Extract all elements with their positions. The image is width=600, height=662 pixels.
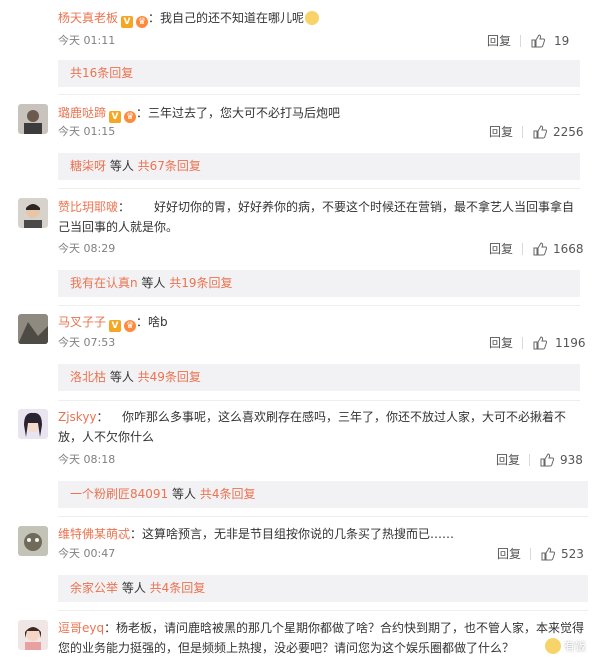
like-count: 2256 [553, 125, 584, 139]
avatar[interactable] [18, 314, 48, 344]
comment-username[interactable]: 璐鹿哒蹄 [58, 106, 106, 120]
like-count: 19 [554, 34, 570, 48]
thread-mid: 等人 [118, 581, 150, 595]
separator [522, 126, 523, 138]
comment-text: 好好切你的胃，好好养你的病，不要这个时候还在营销，最不拿艺人当回事拿自己当回事的… [58, 200, 575, 234]
comment-text: 你咋那么多事呢，这么喜欢刷存在感吗，三年了，你还不放过人家，大可不必揪着不放，人… [58, 410, 567, 444]
comment-text: 三年过去了，您大可不必打马后炮吧 [148, 106, 341, 120]
avatar[interactable] [18, 620, 48, 650]
comment-line: 璐鹿哒蹄 V ♛ ：三年过去了，您大可不必打马后炮吧 [58, 104, 340, 123]
thread-mid: 等人 [106, 159, 138, 173]
like-count: 1196 [555, 336, 586, 350]
comment-time: 今天 00:47 [58, 547, 116, 560]
cat-emoji-icon [305, 11, 320, 25]
thumbs-up-icon[interactable] [533, 125, 547, 139]
separator [522, 243, 523, 255]
thread-reply-count[interactable]: 共49条回复 [138, 370, 201, 384]
divider [58, 305, 580, 306]
divider [58, 94, 580, 95]
separator [529, 454, 530, 466]
colon: ： [136, 106, 149, 120]
divider [58, 400, 580, 401]
vip-crown-icon: ♛ [124, 111, 137, 123]
thread-reply-count[interactable]: 共16条回复 [70, 66, 133, 80]
comment-line: 马叉子子 V ♛ ：啥b [58, 313, 168, 332]
reply-thread-summary[interactable]: 我有在认真n 等人 共19条回复 [58, 270, 580, 297]
vip-crown-icon: ♛ [124, 320, 137, 332]
reply-thread-summary[interactable]: 共16条回复 [58, 60, 580, 87]
reply-button[interactable]: 回复 [496, 452, 520, 468]
thumbs-up-icon[interactable] [540, 453, 554, 467]
thread-user[interactable]: 一个粉刷匠84091 [70, 487, 168, 501]
thread-reply-count[interactable]: 共4条回复 [200, 487, 256, 501]
thread-user[interactable]: 糖柒呀 [70, 159, 106, 173]
vip-crown-icon: ♛ [136, 16, 149, 28]
reply-button[interactable]: 回复 [497, 546, 521, 562]
comment-text: 杨老板，请问鹿晗被黑的那几个星期你都做了啥？合约快到期了，也不管人家，本来觉得您… [58, 621, 585, 655]
colon: ： [130, 527, 143, 541]
avatar[interactable] [18, 198, 48, 228]
reply-thread-summary[interactable]: 余家公举 等人 共4条回复 [58, 575, 588, 602]
reply-thread-summary[interactable]: 糖柒呀 等人 共67条回复 [58, 153, 580, 180]
thumbs-up-icon[interactable] [533, 336, 547, 350]
divider [58, 610, 588, 611]
like-count: 1668 [553, 242, 584, 256]
separator [520, 35, 521, 47]
separator [530, 548, 531, 560]
comment-time: 今天 01:15 [58, 125, 116, 138]
thread-reply-count[interactable]: 共4条回复 [150, 581, 206, 595]
verified-icon: V [121, 16, 134, 28]
comment-time: 今天 08:29 [58, 242, 116, 255]
separator [522, 337, 523, 349]
comment-line: 杨天真老板 V ♛ ：我自己的还不知道在哪儿呢 [58, 9, 320, 28]
comment-time: 今天 08:18 [58, 453, 116, 466]
thread-user[interactable]: 我有在认真n [70, 276, 138, 290]
thumbs-up-icon[interactable] [541, 547, 555, 561]
reply-button[interactable]: 回复 [489, 335, 513, 351]
reply-button[interactable]: 回复 [487, 33, 511, 49]
avatar[interactable] [18, 409, 48, 439]
watermark-text: 有饭 [564, 640, 586, 653]
colon: ： [148, 11, 161, 25]
comment-username[interactable]: 杨天真老板 [58, 11, 118, 25]
comment-text: 这算啥预言，无非是节目组按你说的几条买了热搜而已…… [142, 527, 455, 541]
thumbs-up-icon[interactable] [531, 34, 545, 48]
divider [58, 188, 580, 189]
colon: ： [136, 315, 149, 329]
thumbs-up-icon[interactable] [533, 242, 547, 256]
reply-thread-summary[interactable]: 洛北枯 等人 共49条回复 [58, 364, 580, 391]
thread-user[interactable]: 余家公举 [70, 581, 118, 595]
thread-reply-count[interactable]: 共19条回复 [169, 276, 232, 290]
comment-line: 维特佛某萌忒：这算啥预言，无非是节目组按你说的几条买了热搜而已…… [58, 525, 454, 543]
like-count: 523 [561, 547, 584, 561]
verified-icon: V [109, 320, 122, 332]
like-count: 938 [560, 453, 583, 467]
thread-reply-count[interactable]: 共67条回复 [138, 159, 201, 173]
comment-time: 今天 01:11 [58, 34, 116, 47]
thread-user[interactable]: 洛北枯 [70, 370, 106, 384]
reply-button[interactable]: 回复 [489, 241, 513, 257]
thread-mid: 等人 [168, 487, 200, 501]
thread-mid: 等人 [137, 276, 170, 290]
comment-text: 我自己的还不知道在哪儿呢 [160, 11, 305, 25]
watermark: 有饭 [545, 638, 586, 654]
comment-time: 今天 07:53 [58, 336, 116, 349]
watermark-logo-icon [545, 638, 561, 654]
comment-username[interactable]: 维特佛某萌忒 [58, 527, 130, 541]
avatar[interactable] [18, 526, 48, 556]
comment-username[interactable]: 马叉子子 [58, 315, 106, 329]
thread-mid: 等人 [106, 370, 138, 384]
reply-thread-summary[interactable]: 一个粉刷匠84091 等人 共4条回复 [58, 481, 588, 508]
comment-text: 啥b [148, 315, 168, 329]
verified-icon: V [109, 111, 122, 123]
avatar[interactable] [18, 104, 48, 134]
divider [58, 516, 588, 517]
reply-button[interactable]: 回复 [489, 124, 513, 140]
